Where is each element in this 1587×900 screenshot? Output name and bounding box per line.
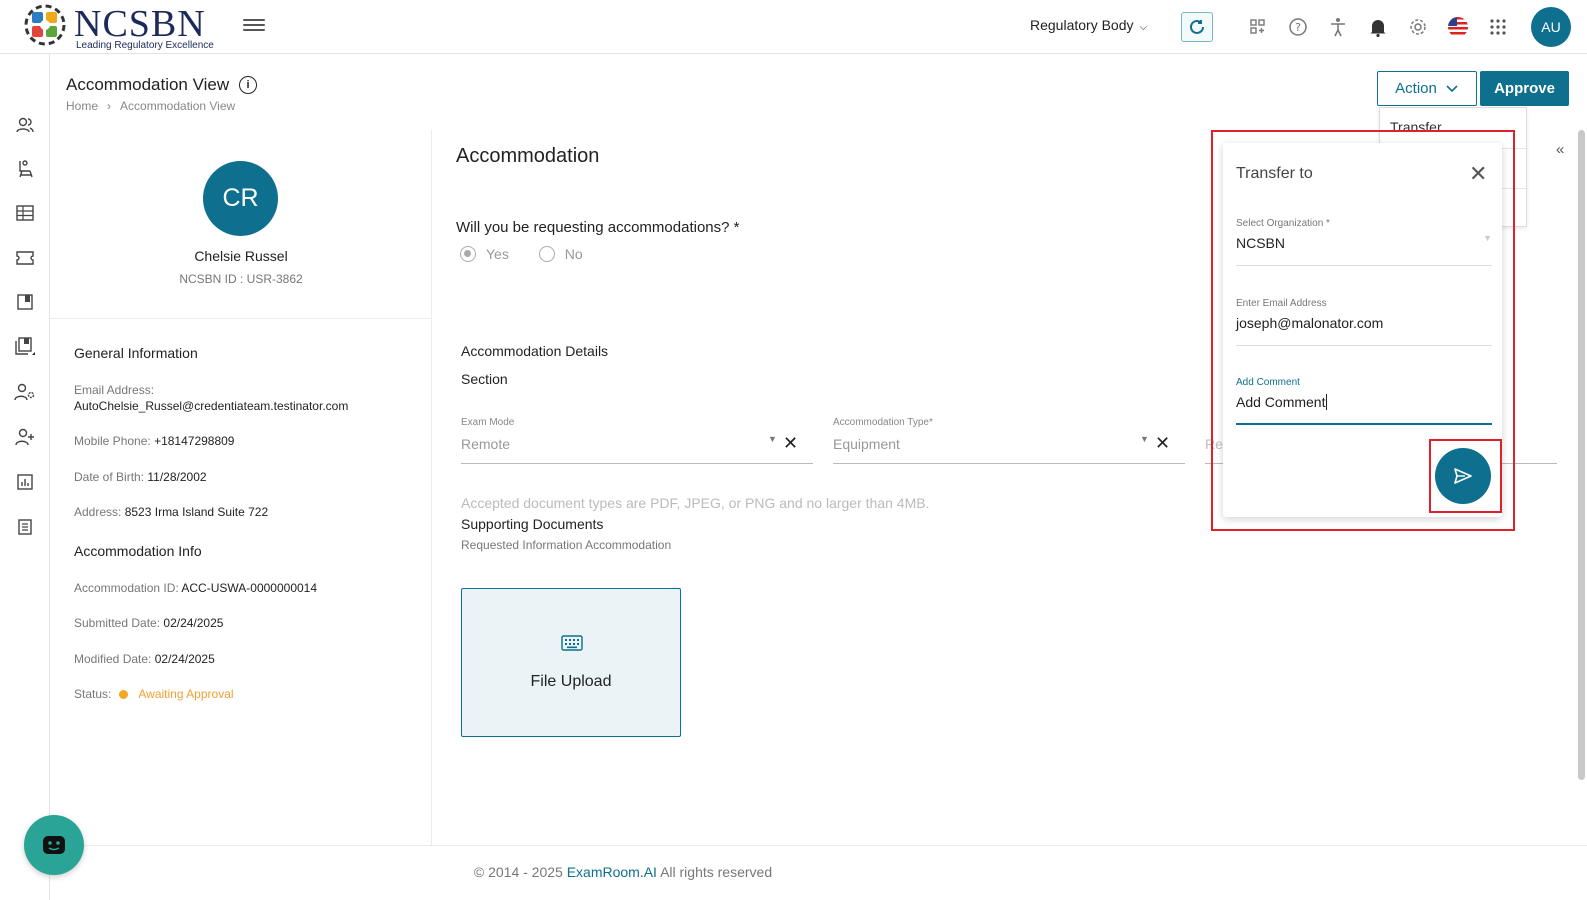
- accepted-file-types-note: Accepted document types are PDF, JPEG, o…: [461, 495, 930, 511]
- document-icon[interactable]: [13, 515, 37, 539]
- radio-no-label: No: [564, 246, 583, 263]
- accessibility-icon[interactable]: [1326, 15, 1350, 39]
- accommodation-details-heading: Accommodation Details: [461, 343, 609, 359]
- file-upload-box[interactable]: File Upload: [461, 588, 681, 737]
- candidate-avatar: CR: [203, 161, 278, 236]
- breadcrumb-home[interactable]: Home: [66, 99, 98, 113]
- accommodation-type-select[interactable]: Accommodation Type* Equipment ▼ ✕: [833, 410, 1185, 464]
- logo-mark-icon: [24, 4, 66, 46]
- footer-brand-link[interactable]: ExamRoom.AI: [567, 864, 657, 880]
- accommodation-id: Accommodation ID: ACC-USWA-0000000014: [74, 581, 318, 595]
- menu-icon[interactable]: [243, 16, 265, 36]
- copyright-text: © 2014 - 2025 ExamRoom.AI All rights res…: [473, 864, 773, 880]
- file-upload-label: File Upload: [530, 673, 612, 690]
- help-icon[interactable]: ?: [1286, 15, 1310, 39]
- top-bar: NCSBN Leading Regulatory Excellence Regu…: [0, 0, 1587, 54]
- breadcrumb-current: Accommodation View: [120, 99, 236, 113]
- ncsbn-logo[interactable]: NCSBN Leading Regulatory Excellence: [24, 2, 220, 52]
- address: Address: 8523 Irma Island Suite 722: [74, 505, 269, 519]
- ticket-icon[interactable]: [13, 246, 37, 270]
- table-icon[interactable]: [13, 201, 37, 225]
- exam-mode-label: Exam Mode: [461, 417, 515, 428]
- caret-down-icon: ▼: [1140, 434, 1149, 444]
- action-button[interactable]: Action: [1377, 71, 1477, 106]
- library-icon[interactable]: [13, 335, 37, 359]
- candidate-id: NCSBN ID : USR-3862: [179, 272, 303, 286]
- modified-date: Modified Date: 02/24/2025: [74, 652, 215, 666]
- candidate-name: Chelsie Russel: [194, 248, 288, 264]
- email-label: Email Address:: [74, 383, 155, 397]
- supporting-documents-label: Supporting Documents: [461, 516, 604, 532]
- breadcrumb: Home › Accommodation View: [66, 99, 235, 113]
- accommodation-info-heading: Accommodation Info: [74, 543, 202, 559]
- settings-gear-icon[interactable]: [1406, 15, 1430, 39]
- clear-x-icon[interactable]: ✕: [1155, 433, 1170, 454]
- apps-add-icon[interactable]: [1246, 15, 1270, 39]
- users-icon[interactable]: [13, 113, 37, 137]
- chair-icon[interactable]: [13, 157, 37, 181]
- caret-down-icon: ▼: [768, 434, 777, 444]
- regulatory-body-label: Regulatory Body: [1030, 17, 1134, 33]
- chevron-down-icon: [1446, 84, 1458, 92]
- radio-no[interactable]: [538, 246, 555, 263]
- status-dot-icon: [119, 690, 129, 700]
- breadcrumb-separator-icon: ›: [107, 99, 112, 113]
- accommodation-type-value: Equipment: [833, 436, 900, 452]
- approve-button[interactable]: Approve: [1480, 71, 1569, 106]
- book-icon[interactable]: [13, 290, 37, 314]
- refresh-icon: [1190, 19, 1204, 34]
- page-title: Accommodation View: [66, 75, 230, 94]
- email-value: AutoChelsie_Russel@credentiateam.testina…: [74, 399, 349, 413]
- action-button-label: Action: [1395, 80, 1437, 97]
- status-badge: Awaiting Approval: [138, 687, 234, 701]
- keyboard-icon: [561, 635, 583, 651]
- us-flag-icon[interactable]: [1446, 15, 1470, 39]
- apps-grid-icon[interactable]: [1486, 15, 1510, 39]
- profile-panel: CR Chelsie Russel NCSBN ID : USR-3862 Ge…: [50, 130, 432, 845]
- chat-bot-button[interactable]: [24, 815, 84, 875]
- collapse-panel-icon[interactable]: «: [1556, 141, 1564, 158]
- info-icon[interactable]: i: [239, 76, 257, 94]
- left-nav-rail: [0, 54, 50, 900]
- form-title: Accommodation: [456, 145, 600, 167]
- scrollbar[interactable]: [1578, 130, 1585, 780]
- regulatory-body-dropdown[interactable]: Regulatory Body ⌵: [1030, 17, 1147, 33]
- user-avatar[interactable]: AU: [1531, 7, 1571, 47]
- requested-information-label: Requested Information Accommodation: [461, 538, 672, 552]
- user-settings-icon[interactable]: [13, 380, 37, 404]
- notification-bell-icon[interactable]: [1366, 15, 1390, 39]
- report-icon[interactable]: [13, 470, 37, 494]
- footer: © 2014 - 2025 ExamRoom.AI All rights res…: [50, 845, 1587, 900]
- mobile-phone: Mobile Phone: +18147298809: [74, 434, 235, 448]
- exam-mode-value: Remote: [461, 436, 511, 452]
- highlight-send-outline: [1429, 439, 1502, 513]
- exam-mode-select[interactable]: Exam Mode Remote ▼ ✕: [461, 410, 813, 464]
- radio-yes-label: Yes: [486, 246, 509, 263]
- refresh-button[interactable]: [1181, 12, 1213, 42]
- chat-bot-icon: [43, 836, 65, 854]
- person-add-icon[interactable]: [13, 425, 37, 449]
- radio-yes[interactable]: [460, 246, 476, 263]
- accommodation-question: Will you be requesting accommodations? *: [456, 219, 740, 236]
- section-label: Section: [461, 371, 508, 387]
- chevron-down-icon: ⌵: [1139, 22, 1148, 33]
- general-information-heading: General Information: [74, 345, 198, 361]
- status: Status: Awaiting Approval: [74, 687, 234, 701]
- accommodation-type-label: Accommodation Type*: [833, 417, 933, 428]
- profile-divider: [50, 318, 432, 319]
- date-of-birth: Date of Birth: 11/28/2002: [74, 470, 207, 484]
- submitted-date: Submitted Date: 02/24/2025: [74, 616, 224, 630]
- accommodation-radio-group: Yes No: [460, 245, 609, 263]
- clear-x-icon[interactable]: ✕: [783, 433, 798, 454]
- logo-tagline: Leading Regulatory Excellence: [76, 40, 214, 51]
- svg-text:?: ?: [1295, 21, 1301, 34]
